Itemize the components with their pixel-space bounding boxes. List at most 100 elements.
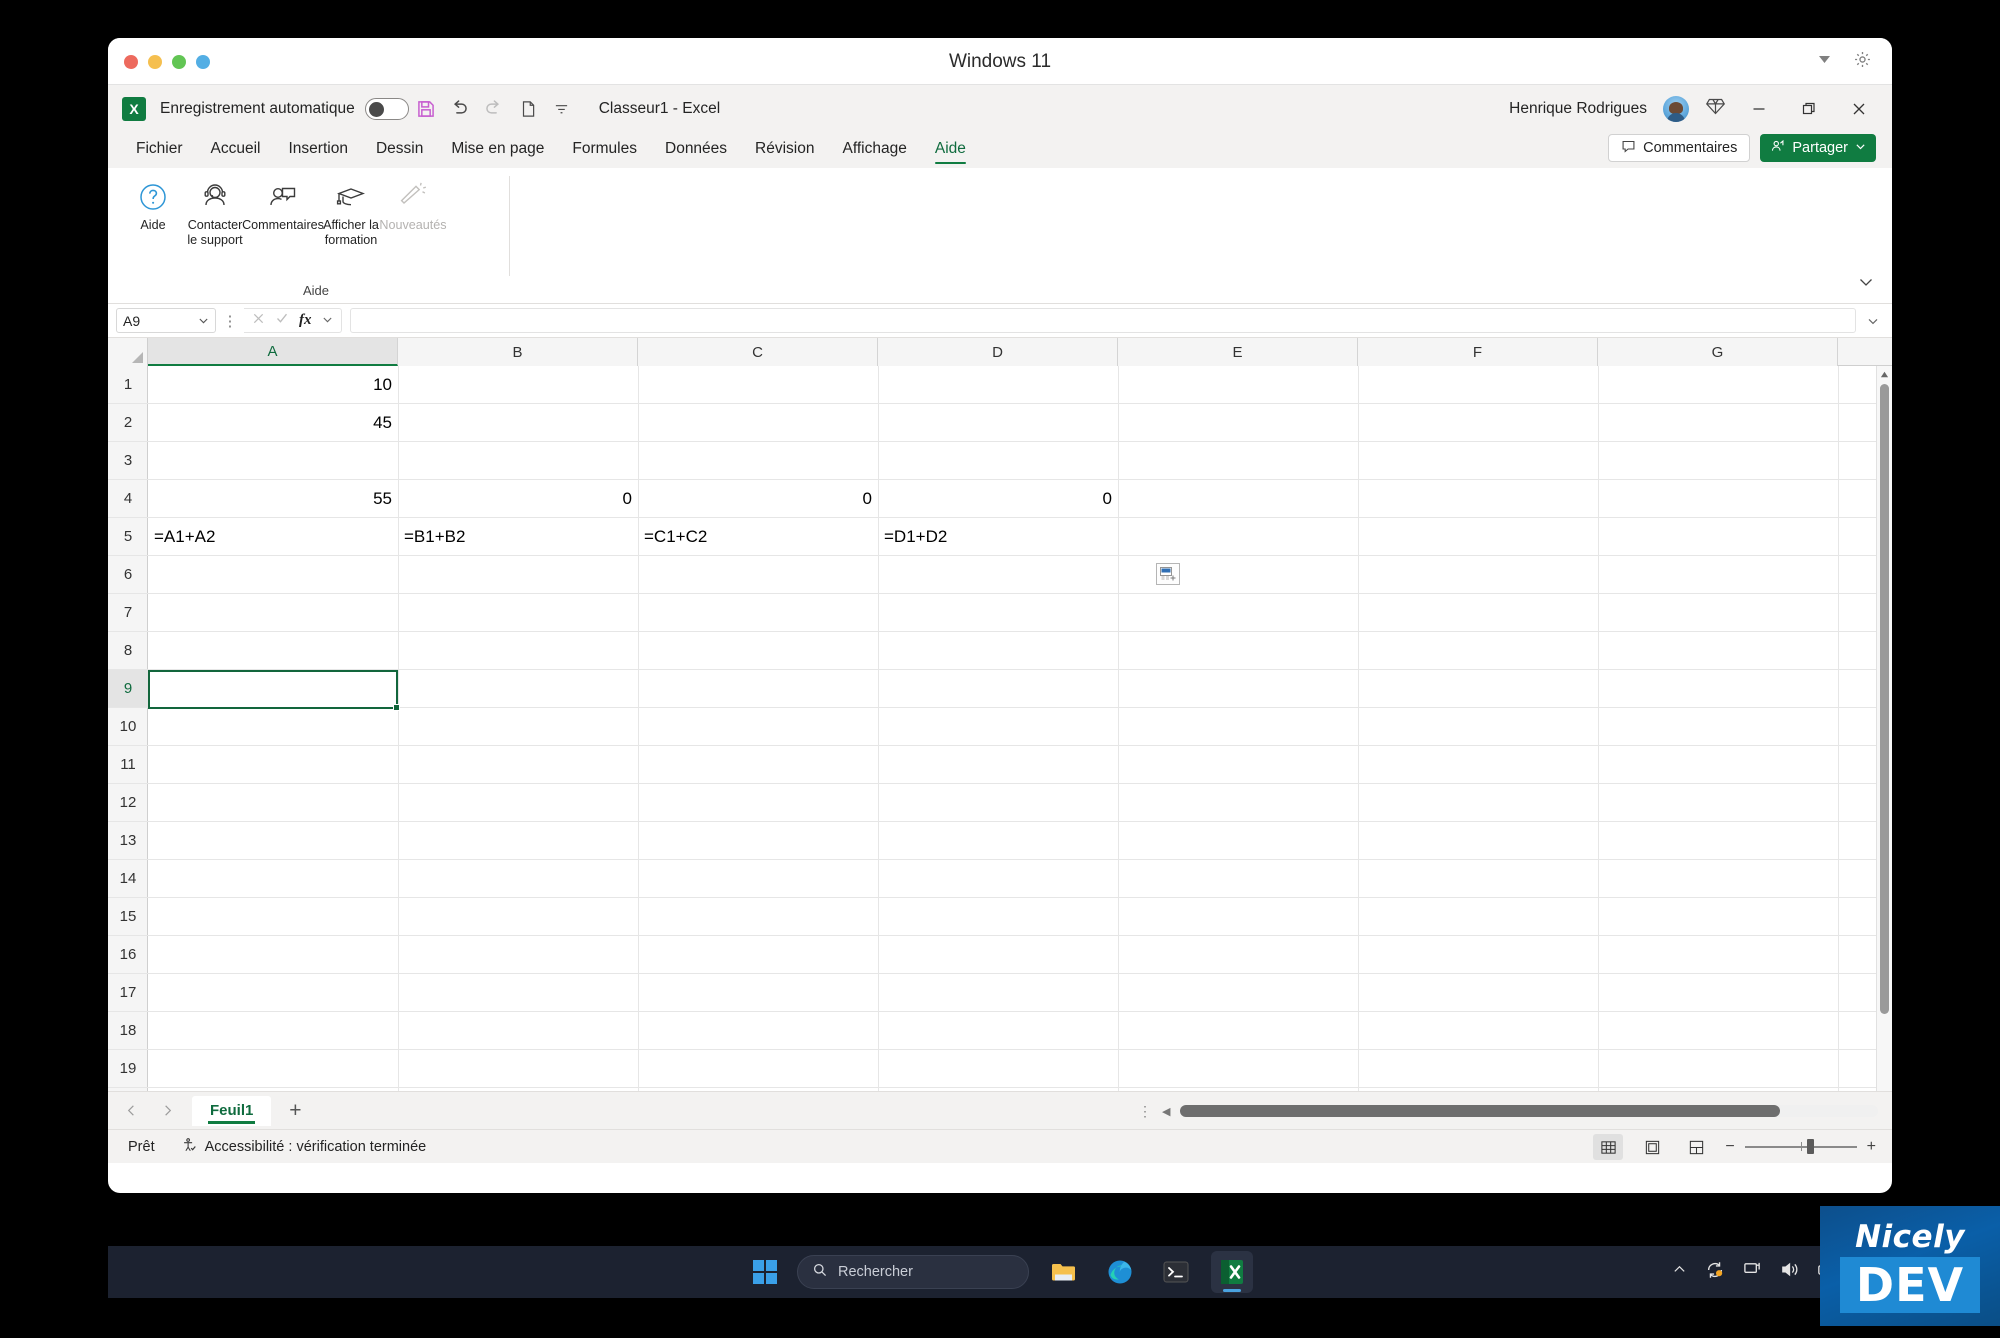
row-header-10[interactable]: 10 <box>108 708 148 746</box>
ribbon-tab-revision[interactable]: Révision <box>741 136 828 164</box>
name-box-chevron-down-icon[interactable] <box>198 313 209 329</box>
insert-function-icon[interactable]: fx <box>299 312 312 329</box>
scroll-left-icon[interactable]: ◀ <box>1162 1105 1170 1118</box>
ribbon-button-aide[interactable]: Aide <box>122 176 184 233</box>
cell-a5[interactable]: =A1+A2 <box>148 518 398 556</box>
windows-start-icon[interactable] <box>747 1254 783 1290</box>
grid-view-icon[interactable] <box>1593 1134 1624 1160</box>
paste-options-icon[interactable] <box>1156 563 1180 585</box>
row-header-5[interactable]: 5 <box>108 518 148 556</box>
row-header-3[interactable]: 3 <box>108 442 148 480</box>
column-header-d[interactable]: D <box>878 338 1118 366</box>
undo-icon[interactable] <box>443 93 477 125</box>
column-header-b[interactable]: B <box>398 338 638 366</box>
ribbon-tab-fichier[interactable]: Fichier <box>122 136 197 164</box>
cell-c4[interactable]: 0 <box>638 480 878 518</box>
zoom-slider[interactable]: − + <box>1725 1138 1876 1156</box>
row-header-14[interactable]: 14 <box>108 860 148 898</box>
file-explorer-icon[interactable] <box>1043 1251 1085 1293</box>
scroll-up-icon[interactable] <box>1877 366 1892 382</box>
ribbon-button-nouveautes[interactable]: Nouveautés <box>379 176 447 233</box>
cell-c5[interactable]: =C1+C2 <box>638 518 878 556</box>
fill-handle[interactable] <box>393 704 400 711</box>
formula-bar-chevron-down-icon[interactable] <box>322 312 333 330</box>
collapse-ribbon-icon[interactable] <box>1858 274 1874 295</box>
share-button[interactable]: Partager <box>1760 134 1876 162</box>
restore-icon[interactable] <box>1792 92 1826 126</box>
minimize-icon[interactable] <box>1742 92 1776 126</box>
sync-update-icon[interactable] <box>1705 1260 1725 1285</box>
taskbar-search-input[interactable]: Rechercher <box>797 1255 1029 1289</box>
chevron-up-icon[interactable] <box>1672 1262 1687 1282</box>
network-icon[interactable] <box>1743 1260 1762 1284</box>
ribbon-button-afficher-la-formation[interactable]: Afficher la formation <box>320 176 382 248</box>
chevron-right-icon[interactable] <box>150 1096 184 1126</box>
zoom-out-button[interactable]: − <box>1725 1138 1734 1156</box>
active-cell-selection[interactable] <box>148 670 400 711</box>
chevron-left-icon[interactable] <box>114 1096 148 1126</box>
column-header-a[interactable]: A <box>148 338 398 366</box>
ribbon-button-contacter-le-support[interactable]: Contacter le support <box>184 176 246 248</box>
formula-input[interactable] <box>349 308 1856 333</box>
row-header-15[interactable]: 15 <box>108 898 148 936</box>
row-header-12[interactable]: 12 <box>108 784 148 822</box>
row-header-7[interactable]: 7 <box>108 594 148 632</box>
spreadsheet-grid[interactable]: A B C D E F G 1 2 3 4 5 6 7 8 9 10 11 12… <box>108 338 1892 1091</box>
vertical-scrollbar-thumb[interactable] <box>1880 384 1889 1014</box>
cancel-icon[interactable] <box>252 312 265 330</box>
row-header-8[interactable]: 8 <box>108 632 148 670</box>
column-header-c[interactable]: C <box>638 338 878 366</box>
row-header-13[interactable]: 13 <box>108 822 148 860</box>
grid-cells[interactable]: 10 45 55 0 0 0 =A1+A2 =B1+B2 =C1+C2 =D1+… <box>148 366 1892 1091</box>
edge-browser-icon[interactable] <box>1099 1251 1141 1293</box>
customize-quick-access-icon[interactable] <box>545 93 579 125</box>
redo-icon[interactable] <box>477 93 511 125</box>
horizontal-scrollbar[interactable] <box>1180 1105 1878 1117</box>
accessibility-status[interactable]: Accessibilité : vérification terminée <box>181 1137 426 1157</box>
select-all-corner[interactable] <box>108 338 148 366</box>
page-break-icon[interactable] <box>1681 1134 1711 1160</box>
row-header-2[interactable]: 2 <box>108 404 148 442</box>
ribbon-tab-dessin[interactable]: Dessin <box>362 136 437 164</box>
excel-app-icon[interactable] <box>1211 1251 1253 1293</box>
add-sheet-button[interactable]: + <box>273 1096 317 1126</box>
row-header-11[interactable]: 11 <box>108 746 148 784</box>
cell-b4[interactable]: 0 <box>398 480 638 518</box>
close-icon[interactable] <box>1842 92 1876 126</box>
comments-button[interactable]: Commentaires <box>1608 134 1751 162</box>
ribbon-tab-formules[interactable]: Formules <box>558 136 651 164</box>
horizontal-scrollbar-thumb[interactable] <box>1180 1105 1781 1117</box>
volume-icon[interactable] <box>1780 1260 1799 1284</box>
share-chevron-down-icon[interactable] <box>1855 140 1866 156</box>
chevron-down-icon[interactable] <box>1816 51 1833 68</box>
cell-a4[interactable]: 55 <box>148 480 398 518</box>
row-header-9[interactable]: 9 <box>108 670 148 708</box>
diamond-icon[interactable] <box>1705 96 1726 122</box>
formula-bar-options-icon[interactable]: ⋮ <box>222 312 238 330</box>
zoom-slider-thumb[interactable] <box>1807 1139 1815 1155</box>
column-header-e[interactable]: E <box>1118 338 1358 366</box>
row-header-6[interactable]: 6 <box>108 556 148 594</box>
expand-formula-bar-icon[interactable] <box>1862 315 1884 327</box>
ribbon-button-commentaires[interactable]: Commentaires <box>242 176 324 233</box>
row-header-19[interactable]: 19 <box>108 1050 148 1088</box>
row-header-4[interactable]: 4 <box>108 480 148 518</box>
confirm-icon[interactable] <box>275 311 289 330</box>
cell-d4[interactable]: 0 <box>878 480 1118 518</box>
ribbon-tab-accueil[interactable]: Accueil <box>197 136 275 164</box>
ribbon-tab-insertion[interactable]: Insertion <box>274 136 361 164</box>
new-file-icon[interactable] <box>511 93 545 125</box>
cell-a2[interactable]: 45 <box>148 404 398 442</box>
sheet-tab-feuil1[interactable]: Feuil1 <box>192 1095 272 1126</box>
row-header-17[interactable]: 17 <box>108 974 148 1012</box>
column-header-g[interactable]: G <box>1598 338 1838 366</box>
ribbon-tab-donnees[interactable]: Données <box>651 136 741 164</box>
ribbon-tab-aide[interactable]: Aide <box>921 136 980 164</box>
save-icon[interactable] <box>409 93 443 125</box>
zoom-slider-track[interactable] <box>1744 1139 1857 1155</box>
row-header-1[interactable]: 1 <box>108 366 148 404</box>
name-box[interactable]: A9 <box>116 308 216 333</box>
zoom-in-button[interactable]: + <box>1867 1138 1876 1156</box>
split-handle-icon[interactable]: ⋮ <box>1138 1103 1152 1120</box>
cell-a1[interactable]: 10 <box>148 366 398 404</box>
